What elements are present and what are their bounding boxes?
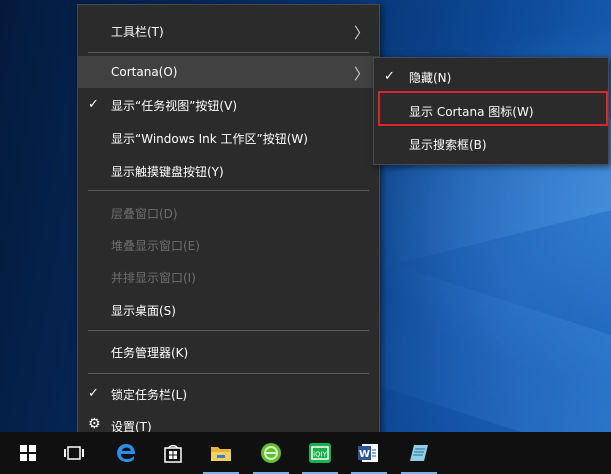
menu-item-label: 并排显示窗口(I) [111,270,196,285]
word-icon[interactable]: W [347,432,391,474]
green-app-icon[interactable] [249,432,293,474]
menu-separator [88,330,369,331]
menu-item-show-task-view-button[interactable]: ✓ 显示“任务视图”按钮(V) [78,89,379,121]
iqiyi-icon[interactable]: iQIY [298,432,342,474]
gear-icon: ⚙ [88,416,101,432]
menu-item-label: 锁定任务栏(L) [111,387,188,402]
store-icon[interactable] [151,432,195,474]
menu-separator [88,190,369,191]
notepad-app-icon[interactable] [397,432,441,474]
file-explorer-icon[interactable] [199,432,243,474]
menu-separator [88,373,369,374]
taskbar-context-menu: 工具栏(T) 〉 Cortana(O) 〉 ✓ 显示“任务视图”按钮(V) 显示… [77,4,380,436]
menu-item-show-desktop[interactable]: 显示桌面(S) [78,294,379,326]
checkmark-icon: ✓ [88,386,99,401]
svg-text:iQIY: iQIY [313,451,328,459]
svg-text:W: W [359,449,370,460]
edge-browser-icon[interactable] [104,432,148,474]
menu-item-label: 显示桌面(S) [111,303,176,318]
checkmark-icon: ✓ [384,69,395,84]
menu-item-label: 显示“Windows Ink 工作区”按钮(W) [111,131,308,146]
menu-item-cortana[interactable]: Cortana(O) 〉 [78,56,379,88]
menu-item-show-windows-ink-button[interactable]: 显示“Windows Ink 工作区”按钮(W) [78,122,379,154]
submenu-item-show-search-box[interactable]: 显示搜索框(B) [374,128,608,160]
menu-item-lock-taskbar[interactable]: ✓ 锁定任务栏(L) [78,378,379,410]
menu-item-cascade-windows: 层叠窗口(D) [78,197,379,229]
menu-separator [88,52,369,53]
menu-item-label: 任务管理器(K) [111,345,189,360]
menu-item-task-manager[interactable]: 任务管理器(K) [78,336,379,368]
menu-item-label: 显示“任务视图”按钮(V) [111,98,238,113]
task-view-icon[interactable] [52,432,96,474]
menu-item-label: Cortana(O) [111,65,178,79]
menu-item-label: 层叠窗口(D) [111,206,178,221]
checkmark-icon: ✓ [88,97,99,112]
windows-start-icon[interactable] [6,432,50,474]
menu-item-label: 显示触摸键盘按钮(Y) [111,164,224,179]
submenu-item-label: 显示搜索框(B) [409,137,487,152]
chevron-right-icon: 〉 [353,65,369,83]
menu-item-label: 工具栏(T) [111,24,164,39]
menu-item-label: 堆叠显示窗口(E) [111,238,200,253]
menu-item-side-by-side-windows: 并排显示窗口(I) [78,261,379,293]
submenu-item-hidden[interactable]: ✓ 隐藏(N) [374,61,608,93]
menu-item-show-touch-keyboard-button[interactable]: 显示触摸键盘按钮(Y) [78,155,379,187]
highlight-annotation-box [378,91,608,126]
submenu-item-label: 隐藏(N) [409,70,452,85]
menu-item-toolbars[interactable]: 工具栏(T) 〉 [78,15,379,47]
menu-item-stack-windows: 堆叠显示窗口(E) [78,229,379,261]
taskbar: iQIY W [0,432,611,474]
chevron-right-icon: 〉 [353,24,369,42]
